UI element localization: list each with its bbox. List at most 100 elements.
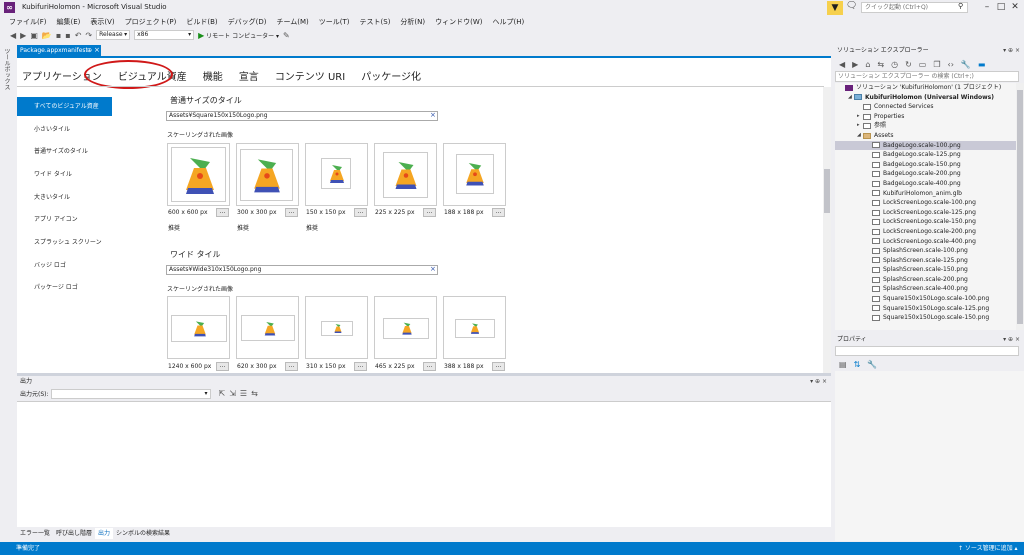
feedback-icon[interactable]: 🗨 xyxy=(846,1,857,11)
browse-button[interactable]: ... xyxy=(354,362,367,371)
output-source-select[interactable]: ▾ xyxy=(50,388,211,399)
menu-debug[interactable]: デバッグ(D) xyxy=(223,15,272,28)
menu-view[interactable]: 表示(V) xyxy=(85,15,119,28)
platform-select[interactable]: x86 ▾ xyxy=(134,30,195,40)
tree-item[interactable]: BadgeLogo.scale-100.png xyxy=(835,140,1016,151)
tab-output[interactable]: 出力 xyxy=(95,528,114,539)
pending-changes-icon[interactable]: ◷ xyxy=(891,60,898,69)
browse-button[interactable]: ... xyxy=(216,208,229,217)
wide-tile-path-input[interactable]: Assets¥Wide310x150Logo.png xyxy=(166,265,438,275)
notification-filter-icon[interactable]: ▼ xyxy=(827,1,843,15)
forward-icon[interactable]: ▶ xyxy=(20,31,26,40)
nav-badge-logo[interactable]: バッジ ロゴ xyxy=(17,256,112,279)
configuration-select[interactable]: Release ▾ xyxy=(96,30,131,40)
properties-controls[interactable]: ▾ ⊕ × xyxy=(1003,334,1020,345)
save-all-icon[interactable]: ▪ xyxy=(65,31,70,40)
tree-item[interactable]: LockScreenLogo.scale-100.png xyxy=(835,198,1016,208)
nav-large-tile[interactable]: 大きいタイル xyxy=(17,188,112,211)
run-button[interactable]: ▶ リモート コンピューター ▾ xyxy=(198,31,279,40)
wide-tile-620-preview[interactable] xyxy=(236,296,299,359)
tree-item[interactable]: Square150x150Logo.scale-100.png xyxy=(835,294,1016,304)
tree-item[interactable]: SplashScreen.scale-200.png xyxy=(835,275,1016,285)
menu-window[interactable]: ウィンドウ(W) xyxy=(430,15,487,28)
medium-tile-188-preview[interactable] xyxy=(443,143,506,206)
tree-item[interactable]: ◢ KubifuriHolomon (Universal Windows) xyxy=(835,93,1016,103)
tab-error-list[interactable]: エラー一覧 xyxy=(17,528,53,539)
menu-tools[interactable]: ツール(T) xyxy=(314,15,355,28)
nav-package-logo[interactable]: パッケージ ロゴ xyxy=(17,278,112,301)
editor-scrollbar-thumb[interactable] xyxy=(824,169,830,213)
tree-item[interactable]: SplashScreen.scale-125.png xyxy=(835,256,1016,266)
menu-project[interactable]: プロジェクト(P) xyxy=(120,15,182,28)
home-icon[interactable]: ⌂ xyxy=(865,60,870,69)
menu-analyze[interactable]: 分析(N) xyxy=(395,15,430,28)
menu-file[interactable]: ファイル(F) xyxy=(4,15,52,28)
collapse-all-icon[interactable]: ▭ xyxy=(919,60,927,69)
tree-item[interactable]: BadgeLogo.scale-150.png xyxy=(835,160,1016,170)
save-icon[interactable]: ▪ xyxy=(56,31,61,40)
medium-tile-225-preview[interactable] xyxy=(374,143,437,206)
tree-item[interactable]: LockScreenLogo.scale-150.png xyxy=(835,217,1016,227)
tab-find-symbol-results[interactable]: シンボルの検索結果 xyxy=(113,528,173,539)
browse-button[interactable]: ... xyxy=(216,362,229,371)
alphabetical-icon[interactable]: ⇅ xyxy=(854,360,861,369)
properties-object-select[interactable] xyxy=(835,346,1019,356)
solution-explorer-search-input[interactable]: ソリューション エクスプローラー の検索 (Ctrl+;) xyxy=(835,71,1019,82)
browse-button[interactable]: ... xyxy=(492,208,505,217)
pin-icon[interactable]: ⊕ xyxy=(87,45,92,56)
property-pages-icon[interactable]: 🔧 xyxy=(867,360,877,369)
menu-edit[interactable]: 編集(E) xyxy=(52,15,86,28)
tree-item[interactable]: BadgeLogo.scale-400.png xyxy=(835,179,1016,189)
back-icon[interactable]: ◀ xyxy=(10,31,16,40)
tree-item[interactable]: ◢ Assets xyxy=(835,131,1016,141)
tree-item[interactable]: BadgeLogo.scale-125.png xyxy=(835,150,1016,160)
toolbox-tab[interactable]: ツールボックス xyxy=(2,48,11,90)
forward-icon[interactable]: ▶ xyxy=(852,60,858,69)
wide-tile-1240-preview[interactable] xyxy=(167,296,230,359)
tree-item[interactable]: ソリューション 'KubifuriHolomon' (1 プロジェクト) xyxy=(835,83,1016,93)
wide-tile-465-preview[interactable] xyxy=(374,296,437,359)
tree-item[interactable]: ▸ Properties xyxy=(835,112,1016,122)
editor-scrollbar[interactable] xyxy=(823,87,831,373)
back-icon[interactable]: ◀ xyxy=(839,60,845,69)
tab-capabilities[interactable]: 機能 xyxy=(203,68,223,83)
output-text-area[interactable] xyxy=(17,401,831,527)
tree-item[interactable]: Square150x150Logo.scale-150.png xyxy=(835,313,1016,323)
browse-button[interactable]: ... xyxy=(285,362,298,371)
menu-build[interactable]: ビルド(B) xyxy=(181,15,222,28)
clear-path-icon[interactable]: × xyxy=(430,111,436,119)
medium-tile-300-preview[interactable] xyxy=(236,143,299,206)
nav-medium-tile[interactable]: 普通サイズのタイル xyxy=(17,142,112,165)
tree-item[interactable]: LockScreenLogo.scale-400.png xyxy=(835,237,1016,247)
tab-content-uri[interactable]: コンテンツ URI xyxy=(275,68,345,83)
tree-item[interactable]: ▸ 参照 xyxy=(835,121,1016,131)
show-all-files-icon[interactable]: ❐ xyxy=(933,60,940,69)
tree-item[interactable]: SplashScreen.scale-150.png xyxy=(835,265,1016,275)
wide-tile-310-preview[interactable] xyxy=(305,296,368,359)
refresh-icon[interactable]: ↻ xyxy=(905,60,912,69)
open-file-icon[interactable]: 📂 xyxy=(42,31,52,40)
solution-tree-scrollbar-thumb[interactable] xyxy=(1017,90,1023,324)
nav-wide-tile[interactable]: ワイド タイル xyxy=(17,165,112,188)
menu-team[interactable]: チーム(M) xyxy=(271,15,313,28)
tree-item[interactable]: LockScreenLogo.scale-200.png xyxy=(835,227,1016,237)
browse-button[interactable]: ... xyxy=(492,362,505,371)
tab-call-hierarchy[interactable]: 呼び出し階層 xyxy=(53,528,95,539)
quick-launch-input[interactable]: クイック起動 (Ctrl+Q) xyxy=(861,2,968,13)
browse-button[interactable]: ... xyxy=(285,208,298,217)
browse-button[interactable]: ... xyxy=(423,208,436,217)
sync-icon[interactable]: ⇆ xyxy=(877,60,884,69)
tree-item[interactable]: BadgeLogo.scale-200.png xyxy=(835,169,1016,179)
medium-tile-path-input[interactable]: Assets¥Square150x150Logo.png xyxy=(166,111,438,121)
attach-icon[interactable]: ✎ xyxy=(283,31,290,40)
word-wrap-icon[interactable]: ⇆ xyxy=(251,389,258,398)
wide-tile-388-preview[interactable] xyxy=(443,296,506,359)
close-icon[interactable]: × xyxy=(94,45,100,56)
solution-explorer-controls[interactable]: ▾ ⊕ × xyxy=(1003,45,1020,56)
tree-item[interactable]: Square150x150Logo.scale-125.png xyxy=(835,304,1016,314)
browse-button[interactable]: ... xyxy=(423,362,436,371)
preview-icon[interactable]: ▬ xyxy=(978,60,986,69)
new-project-icon[interactable]: ▣ xyxy=(30,31,38,40)
add-to-source-control-button[interactable]: ↑ ソース管理に追加 ▴ xyxy=(958,542,1018,555)
categorized-icon[interactable]: ▤ xyxy=(839,360,847,369)
